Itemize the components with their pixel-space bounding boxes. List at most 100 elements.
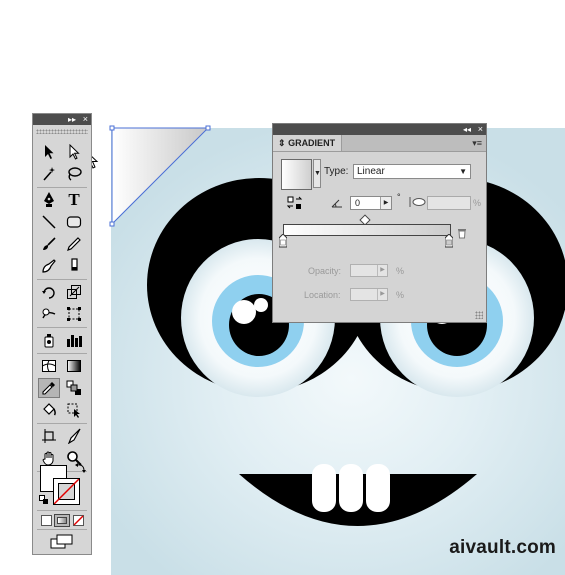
aspect-ratio-input: [427, 196, 471, 210]
gradient-presets-dropdown-icon[interactable]: ▼: [313, 159, 321, 188]
eraser-icon: [71, 258, 78, 271]
direct-selection-arrow-icon: [69, 144, 80, 160]
tab-gradient[interactable]: ⇕ GRADIENT: [273, 135, 343, 151]
column-graph-icon: [67, 335, 82, 347]
location-label: Location:: [304, 290, 341, 300]
rotate-icon: [42, 287, 55, 299]
selection-arrow-icon: [45, 145, 54, 159]
gradient-icon: [67, 360, 81, 372]
gradient-panel[interactable]: ◂◂ × ⇕ GRADIENT ▾≡ ▼ Type: Linear ▼ 0 ▶ …: [272, 123, 487, 323]
gradient-type-select[interactable]: Linear ▼: [353, 164, 471, 179]
paintbrush-tool[interactable]: [38, 234, 60, 254]
gradient-slider-bar[interactable]: [283, 224, 451, 236]
blend-icon: [66, 380, 81, 395]
chevron-down-icon: ▼: [459, 167, 467, 176]
none-mode-button[interactable]: [73, 515, 84, 526]
pen-tool[interactable]: [38, 190, 60, 210]
eraser-tool[interactable]: [63, 256, 85, 276]
angle-icon: [331, 199, 342, 208]
scale-tool[interactable]: [63, 282, 85, 302]
angle-input[interactable]: 0 ▶: [350, 196, 392, 210]
slice-tool[interactable]: [63, 426, 85, 446]
free-transform-tool[interactable]: [63, 304, 85, 324]
blob-brush-icon: [42, 259, 56, 273]
opacity-input: ▶: [350, 264, 388, 277]
line-icon: [42, 215, 56, 229]
mesh-tool[interactable]: [38, 356, 60, 376]
symbol-sprayer-tool[interactable]: [38, 330, 60, 350]
magic-wand-tool[interactable]: [38, 164, 60, 184]
pen-icon: [44, 192, 54, 207]
degree-symbol: °: [397, 192, 401, 202]
hand-icon: [42, 451, 54, 466]
paint-bucket-icon: [43, 403, 56, 416]
reverse-gradient-icon[interactable]: [287, 196, 303, 210]
gradient-preview-swatch[interactable]: [281, 159, 312, 190]
rectangle-tool[interactable]: [63, 212, 85, 232]
gradient-panel-tabbar: ⇕ GRADIENT ▾≡: [273, 135, 486, 152]
rectangle-icon: [66, 216, 82, 228]
panel-menu-icon[interactable]: ▾≡: [472, 138, 482, 148]
gradient-panel-titlebar[interactable]: ◂◂ ×: [273, 124, 486, 135]
tab-gradient-label: GRADIENT: [288, 138, 336, 148]
selection-tool[interactable]: [38, 142, 60, 162]
opacity-label: Opacity:: [308, 266, 342, 276]
collapse-to-icons-icon[interactable]: ◂◂: [463, 124, 471, 135]
close-panel-icon[interactable]: ×: [478, 124, 483, 135]
color-mode-button[interactable]: [41, 515, 52, 526]
aspect-ratio-icon: [409, 197, 426, 207]
mouth[interactable]: [239, 464, 477, 526]
screen-mode-icon[interactable]: [50, 534, 74, 550]
gradient-type-value: Linear: [357, 166, 385, 177]
warp-icon: [42, 308, 56, 319]
angle-stepper-icon[interactable]: ▶: [380, 197, 391, 209]
lasso-tool[interactable]: [63, 164, 85, 184]
symbol-sprayer-icon: [44, 334, 54, 348]
blob-brush-tool[interactable]: [38, 256, 60, 276]
eyedropper-icon: [42, 382, 55, 395]
location-unit: %: [396, 290, 405, 300]
gradient-tool[interactable]: [63, 356, 85, 376]
collapse-panel-icon[interactable]: ▸▸: [68, 114, 76, 125]
gradient-stop-left[interactable]: [279, 234, 287, 248]
line-segment-tool[interactable]: [38, 212, 60, 232]
live-paint-selection-icon: [67, 403, 80, 418]
direct-selection-tool[interactable]: [63, 142, 85, 162]
type-tool[interactable]: T: [63, 190, 85, 210]
blend-tool[interactable]: [63, 378, 85, 398]
magic-wand-icon: [43, 167, 55, 181]
selected-gradient-triangle[interactable]: [108, 124, 212, 228]
gradient-mode-button[interactable]: [54, 514, 70, 527]
close-panel-icon[interactable]: ×: [83, 114, 88, 125]
opacity-unit: %: [396, 266, 405, 276]
aspect-ratio-unit: %: [473, 198, 482, 208]
type-icon: T: [68, 190, 80, 209]
mesh-icon: [42, 360, 56, 372]
panel-grip[interactable]: [36, 129, 88, 134]
paintbrush-icon: [43, 237, 56, 250]
watermark-text: aivault.com: [449, 537, 556, 558]
artboard-tool[interactable]: [38, 426, 60, 446]
gradient-stop-right[interactable]: [445, 234, 453, 248]
column-graph-tool[interactable]: [63, 330, 85, 350]
live-paint-bucket-tool[interactable]: [38, 400, 60, 420]
warp-tool[interactable]: [38, 304, 60, 324]
swap-fill-stroke-icon[interactable]: [75, 462, 87, 474]
angle-value: 0: [355, 198, 361, 208]
eyedropper-tool[interactable]: [38, 378, 60, 398]
lasso-icon: [68, 167, 82, 181]
location-input: ▶: [350, 288, 388, 301]
rotate-tool[interactable]: [38, 282, 60, 302]
panel-resize-grip[interactable]: [475, 311, 483, 319]
artboard-icon: [42, 429, 56, 443]
tools-panel-titlebar[interactable]: ▸▸ ×: [33, 114, 91, 125]
trash-icon[interactable]: [457, 227, 467, 239]
scale-icon: [67, 285, 81, 299]
tools-panel[interactable]: ▸▸ × T: [32, 113, 92, 555]
pencil-icon: [67, 237, 81, 251]
type-label: Type:: [324, 166, 349, 177]
pencil-tool[interactable]: [63, 234, 85, 254]
default-fill-stroke-icon[interactable]: [39, 495, 49, 505]
stroke-swatch[interactable]: [53, 478, 80, 505]
live-paint-selection-tool[interactable]: [63, 400, 85, 420]
